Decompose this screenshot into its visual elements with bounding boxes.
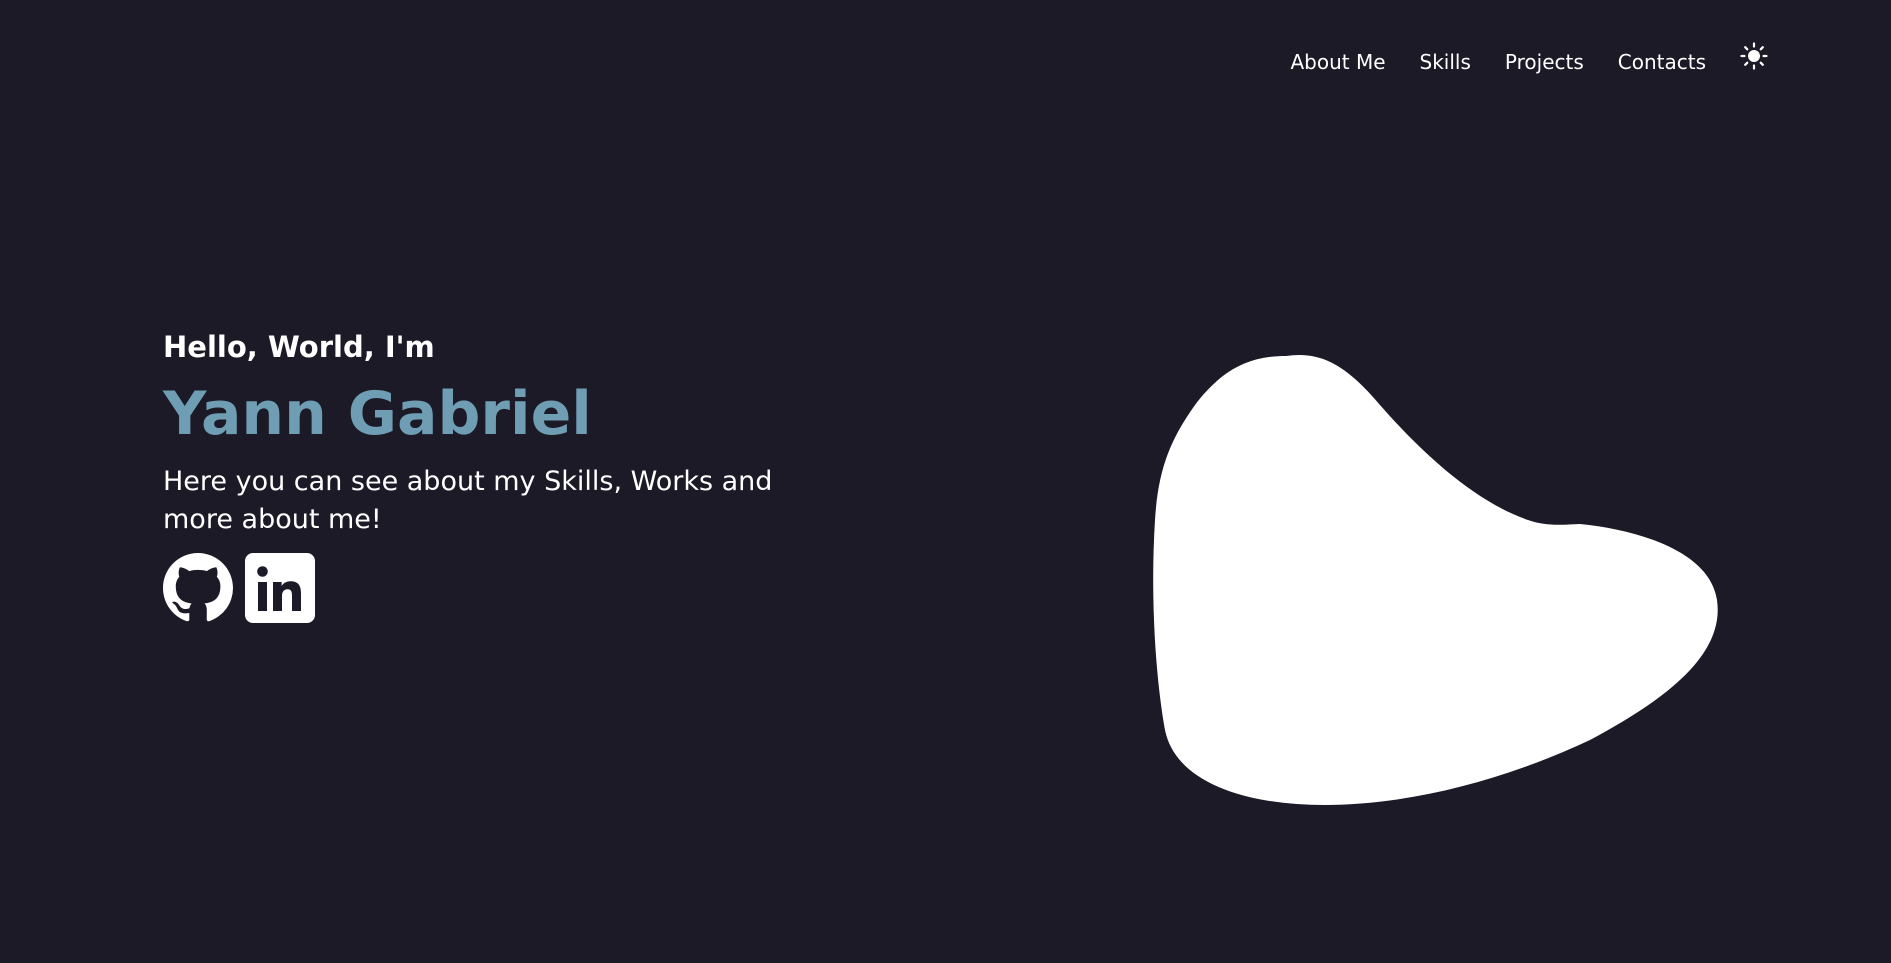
nav-link-projects[interactable]: Projects: [1505, 50, 1584, 74]
linkedin-link[interactable]: [245, 553, 315, 623]
nav-link-contacts[interactable]: Contacts: [1618, 50, 1706, 74]
github-icon: [163, 553, 233, 622]
sun-icon: [1740, 42, 1768, 70]
decorative-blob: [1153, 354, 1718, 805]
theme-toggle-button[interactable]: [1738, 40, 1770, 72]
nav-link-about-me[interactable]: About Me: [1290, 50, 1385, 74]
hero-section: Hello, World, I'm Yann Gabriel Here you …: [163, 327, 803, 623]
github-link[interactable]: [163, 553, 233, 623]
hero-greeting: Hello, World, I'm: [163, 330, 435, 364]
social-links: [163, 553, 803, 623]
hero-name: Yann Gabriel: [163, 379, 592, 449]
nav-links: About Me Skills Projects Contacts: [1290, 42, 1770, 78]
nav-link-skills[interactable]: Skills: [1420, 50, 1471, 74]
hero-tagline: Here you can see about my Skills, Works …: [163, 466, 773, 535]
linkedin-icon: [245, 553, 315, 623]
navbar: About Me Skills Projects Contacts: [0, 0, 1891, 110]
